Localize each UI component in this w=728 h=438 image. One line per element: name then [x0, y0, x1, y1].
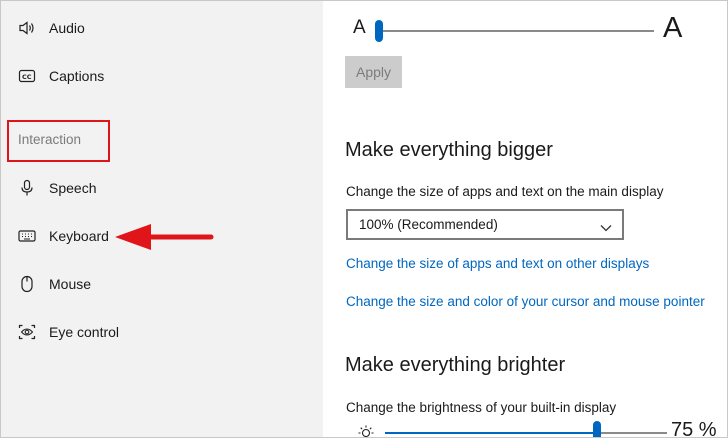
sidebar-item-label: Captions	[49, 68, 105, 84]
sidebar-item-captions[interactable]: CC Captions	[1, 56, 323, 96]
sidebar-item-mouse[interactable]: Mouse	[1, 264, 323, 304]
sidebar-item-label: Speech	[49, 180, 97, 196]
main-content: A A Apply Make everything bigger Change …	[323, 1, 727, 438]
highlight-box	[7, 120, 110, 162]
sidebar-item-speech[interactable]: Speech	[1, 168, 323, 208]
scale-dropdown-value: 100% (Recommended)	[359, 217, 498, 232]
sidebar-item-audio[interactable]: Audio	[1, 8, 323, 48]
keyboard-icon	[18, 227, 36, 245]
sidebar-item-label: Audio	[49, 20, 85, 36]
text-size-slider-thumb[interactable]	[375, 20, 383, 42]
sidebar-item-label: Eye control	[49, 324, 120, 340]
mouse-icon	[18, 275, 36, 293]
annotation-arrow-icon	[115, 224, 214, 250]
microphone-icon	[18, 179, 36, 197]
section-heading-brighter: Make everything brighter	[345, 354, 566, 376]
settings-window: Audio CC Captions Interaction Speech Key…	[0, 0, 728, 438]
svg-text:CC: CC	[22, 73, 32, 81]
captions-icon: CC	[18, 67, 36, 85]
brightness-value: 75 %	[671, 419, 717, 438]
link-other-displays[interactable]: Change the size of apps and text on othe…	[346, 256, 649, 271]
sun-icon	[355, 423, 377, 437]
sidebar-item-label: Mouse	[49, 276, 92, 292]
text-size-large-label: A	[663, 12, 683, 44]
scale-description: Change the size of apps and text on the …	[346, 184, 664, 199]
text-size-small-label: A	[353, 17, 366, 38]
speaker-icon	[18, 19, 36, 37]
chevron-down-icon	[600, 219, 612, 237]
sidebar: Audio CC Captions Interaction Speech Key…	[1, 1, 323, 437]
scale-dropdown[interactable]: 100% (Recommended)	[346, 209, 624, 240]
brightness-description: Change the brightness of your built-in d…	[346, 400, 617, 415]
brightness-slider-thumb[interactable]	[592, 421, 601, 437]
link-cursor-pointer[interactable]: Change the size and color of your cursor…	[346, 294, 705, 309]
text-size-slider[interactable]	[379, 30, 654, 32]
apply-button[interactable]: Apply	[345, 56, 402, 88]
sidebar-item-eye-control[interactable]: Eye control	[1, 312, 323, 352]
brightness-slider[interactable]	[596, 432, 667, 434]
sidebar-item-label: Keyboard	[49, 228, 109, 244]
section-heading-bigger: Make everything bigger	[345, 139, 553, 161]
brightness-slider-fill[interactable]	[385, 432, 597, 434]
eye-control-icon	[18, 323, 36, 341]
